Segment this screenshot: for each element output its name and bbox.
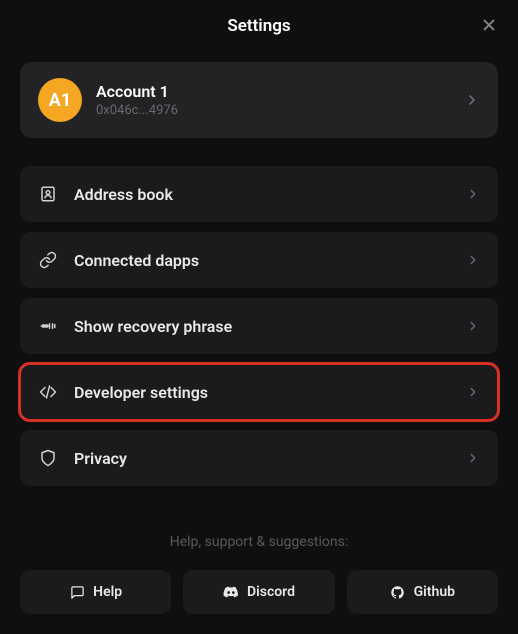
menu-item-recovery-phrase[interactable]: Show recovery phrase <box>20 298 498 354</box>
footer-label: Help, support & suggestions: <box>20 534 498 550</box>
menu-label: Developer settings <box>74 383 450 402</box>
menu-label: Show recovery phrase <box>74 317 450 336</box>
button-label: Help <box>93 584 122 600</box>
discord-icon <box>223 584 239 600</box>
key-icon <box>38 316 58 336</box>
page-title: Settings <box>227 16 290 36</box>
account-name: Account 1 <box>96 82 450 101</box>
chevron-right-icon <box>466 253 480 267</box>
help-button[interactable]: Help <box>20 570 171 614</box>
account-info: Account 1 0x046c...4976 <box>96 82 450 118</box>
discord-button[interactable]: Discord <box>183 570 334 614</box>
account-address: 0x046c...4976 <box>96 103 450 118</box>
code-icon <box>38 382 58 402</box>
account-card[interactable]: A1 Account 1 0x046c...4976 <box>20 62 498 138</box>
button-label: Discord <box>247 584 295 600</box>
menu-item-address-book[interactable]: Address book <box>20 166 498 222</box>
menu-label: Connected dapps <box>74 251 450 270</box>
chevron-right-icon <box>464 92 480 108</box>
menu-item-privacy[interactable]: Privacy <box>20 430 498 486</box>
content: A1 Account 1 0x046c...4976 Address book … <box>0 52 518 496</box>
avatar: A1 <box>38 78 82 122</box>
footer-buttons: Help Discord Github <box>20 570 498 614</box>
header: Settings <box>0 0 518 52</box>
chevron-right-icon <box>466 319 480 333</box>
menu-label: Address book <box>74 185 450 204</box>
chevron-right-icon <box>466 187 480 201</box>
close-button[interactable] <box>480 16 498 38</box>
menu-label: Privacy <box>74 449 450 468</box>
github-icon <box>390 584 406 600</box>
footer: Help, support & suggestions: Help Discor… <box>0 514 518 634</box>
chevron-right-icon <box>466 451 480 465</box>
github-button[interactable]: Github <box>347 570 498 614</box>
shield-icon <box>38 448 58 468</box>
menu-item-connected-dapps[interactable]: Connected dapps <box>20 232 498 288</box>
link-icon <box>38 250 58 270</box>
button-label: Github <box>414 584 455 600</box>
address-book-icon <box>38 184 58 204</box>
chevron-right-icon <box>466 385 480 399</box>
menu-item-developer-settings[interactable]: Developer settings <box>20 364 498 420</box>
help-icon <box>69 584 85 600</box>
close-icon <box>480 16 498 34</box>
menu-list: Address book Connected dapps Show recove… <box>20 166 498 486</box>
